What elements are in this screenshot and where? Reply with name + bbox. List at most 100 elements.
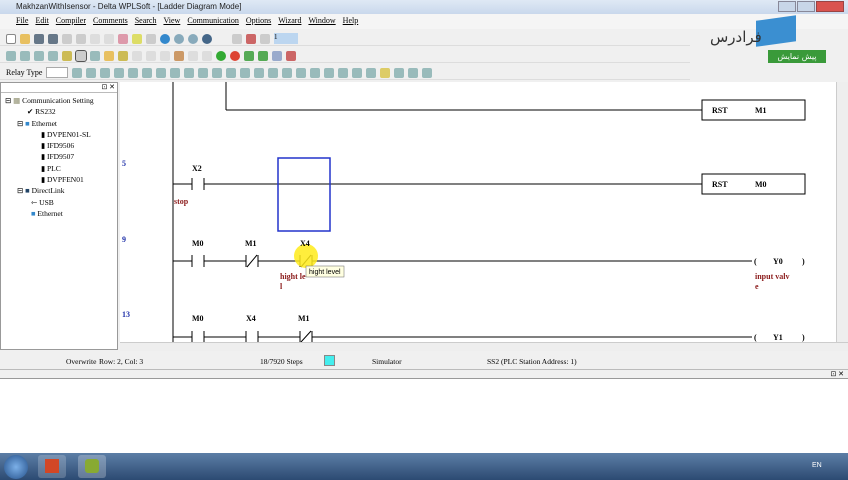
tool-icon[interactable]: [286, 50, 296, 61]
panel-close-icon[interactable]: ✕: [109, 83, 115, 91]
menu-view[interactable]: View: [163, 16, 180, 29]
instruction-mode-icon[interactable]: [20, 50, 30, 61]
online-icon[interactable]: [246, 33, 256, 44]
save-as-icon[interactable]: [48, 33, 58, 44]
tool-icon[interactable]: [408, 67, 419, 78]
menu-comments[interactable]: Comments: [93, 16, 128, 29]
vertical-scrollbar[interactable]: [836, 82, 848, 342]
menu-compiler[interactable]: Compiler: [56, 16, 86, 29]
tool-icon[interactable]: [310, 67, 321, 78]
tree-item-device[interactable]: ▮ IFD9506: [5, 141, 117, 152]
f1-icon[interactable]: [72, 67, 83, 78]
falling-icon[interactable]: [282, 67, 293, 78]
sfc-mode-icon[interactable]: [34, 50, 44, 61]
f6-icon[interactable]: [142, 67, 153, 78]
menu-file[interactable]: File: [16, 16, 28, 29]
relay-type-select[interactable]: [46, 67, 69, 78]
erase-icon[interactable]: [132, 33, 142, 44]
tool-icon[interactable]: [188, 50, 198, 61]
f12-icon[interactable]: [212, 67, 223, 78]
tree-item-device[interactable]: ▮ DVPEN01-SL: [5, 130, 117, 141]
table-icon[interactable]: [90, 50, 100, 61]
pen-icon[interactable]: [118, 50, 128, 61]
tool-icon[interactable]: [338, 67, 349, 78]
tree-item-device[interactable]: ▮ PLC: [5, 164, 117, 175]
tree-item-usb[interactable]: ⇽ USB: [5, 198, 117, 209]
f7-icon[interactable]: [156, 67, 167, 78]
write-icon[interactable]: [258, 50, 268, 61]
f3-icon[interactable]: [100, 67, 111, 78]
pin-icon[interactable]: ⊡: [831, 370, 837, 378]
cut-icon[interactable]: [90, 33, 100, 44]
f9-icon[interactable]: [184, 67, 195, 78]
menu-options[interactable]: Options: [246, 16, 271, 29]
ladder-diagram[interactable]: RST M1 5 X2 stop RST M0 9 M0 M1 X4 hight l…: [120, 82, 836, 343]
tool-icon[interactable]: [160, 50, 170, 61]
f4-icon[interactable]: [114, 67, 125, 78]
pin-icon[interactable]: ⊡: [102, 83, 108, 91]
mail-icon[interactable]: [380, 67, 391, 78]
tool-icon[interactable]: [394, 67, 405, 78]
tree-item-device[interactable]: ▮ DVPFEN01: [5, 175, 117, 186]
coil-icon[interactable]: [254, 67, 265, 78]
tree-item-rs232[interactable]: ✔ RS232: [5, 107, 117, 118]
start-button[interactable]: [4, 455, 28, 479]
f11-icon[interactable]: [198, 67, 209, 78]
tree-item-ethernet-direct[interactable]: ■ Ethernet: [5, 209, 117, 220]
tool-icon[interactable]: [272, 50, 282, 61]
folder-icon[interactable]: [104, 50, 114, 61]
tree-item-ethernet[interactable]: ⊟ ■ Ethernet: [5, 119, 117, 130]
copy-icon[interactable]: [104, 33, 114, 44]
tool-icon[interactable]: [296, 67, 307, 78]
tree-item-device[interactable]: ▮ IFD9507: [5, 152, 117, 163]
tool-icon[interactable]: [324, 67, 335, 78]
contact-icon[interactable]: [226, 67, 237, 78]
new-icon[interactable]: [6, 33, 16, 44]
maximize-button[interactable]: [797, 1, 815, 12]
taskbar-wplsoft[interactable]: [78, 455, 106, 478]
help-icon[interactable]: [202, 33, 212, 44]
device-icon[interactable]: [174, 50, 184, 61]
ladder-mode-icon[interactable]: [6, 50, 16, 61]
tool-icon[interactable]: [422, 67, 433, 78]
tool-icon[interactable]: [202, 50, 212, 61]
tree-item-communication-setting[interactable]: ⊟ ▦ Communication Setting: [5, 96, 117, 107]
taskbar-powerpoint[interactable]: [38, 455, 66, 478]
f2-icon[interactable]: [86, 67, 97, 78]
language-indicator[interactable]: EN: [812, 462, 822, 469]
open-icon[interactable]: [20, 33, 30, 44]
menu-window[interactable]: Window: [308, 16, 335, 29]
zoom-in-icon[interactable]: [174, 33, 184, 44]
tool-icon[interactable]: [366, 67, 377, 78]
undo-icon[interactable]: [62, 33, 72, 44]
tree-item-directlink[interactable]: ⊟ ■ DirectLink: [5, 186, 117, 197]
redo-icon[interactable]: [76, 33, 86, 44]
menu-edit[interactable]: Edit: [35, 16, 48, 29]
compile-icon[interactable]: [48, 50, 58, 61]
menu-communication[interactable]: Communication: [187, 16, 239, 29]
f8-icon[interactable]: [170, 67, 181, 78]
stop-icon[interactable]: [230, 50, 240, 61]
f5-icon[interactable]: [128, 67, 139, 78]
menu-help[interactable]: Help: [343, 16, 359, 29]
save-icon[interactable]: [34, 33, 44, 44]
edit-icon[interactable]: [62, 50, 72, 61]
diamond-icon[interactable]: [352, 67, 363, 78]
tool-icon[interactable]: [132, 50, 142, 61]
step-field[interactable]: 1: [274, 33, 298, 44]
run-icon[interactable]: [260, 33, 270, 44]
menu-wizard[interactable]: Wizard: [278, 16, 301, 29]
menu-search[interactable]: Search: [135, 16, 157, 29]
tool-icon[interactable]: [146, 50, 156, 61]
comment-icon[interactable]: [75, 49, 87, 62]
start-icon[interactable]: [216, 50, 226, 61]
rising-icon[interactable]: [268, 67, 279, 78]
read-icon[interactable]: [244, 50, 254, 61]
horizontal-scrollbar[interactable]: [120, 342, 848, 351]
pointer-icon[interactable]: [146, 33, 156, 44]
monitor-icon[interactable]: [232, 33, 242, 44]
contact-nc-icon[interactable]: [240, 67, 251, 78]
close-button[interactable]: [816, 1, 844, 12]
paste-icon[interactable]: [118, 33, 128, 44]
find-icon[interactable]: [160, 33, 170, 44]
